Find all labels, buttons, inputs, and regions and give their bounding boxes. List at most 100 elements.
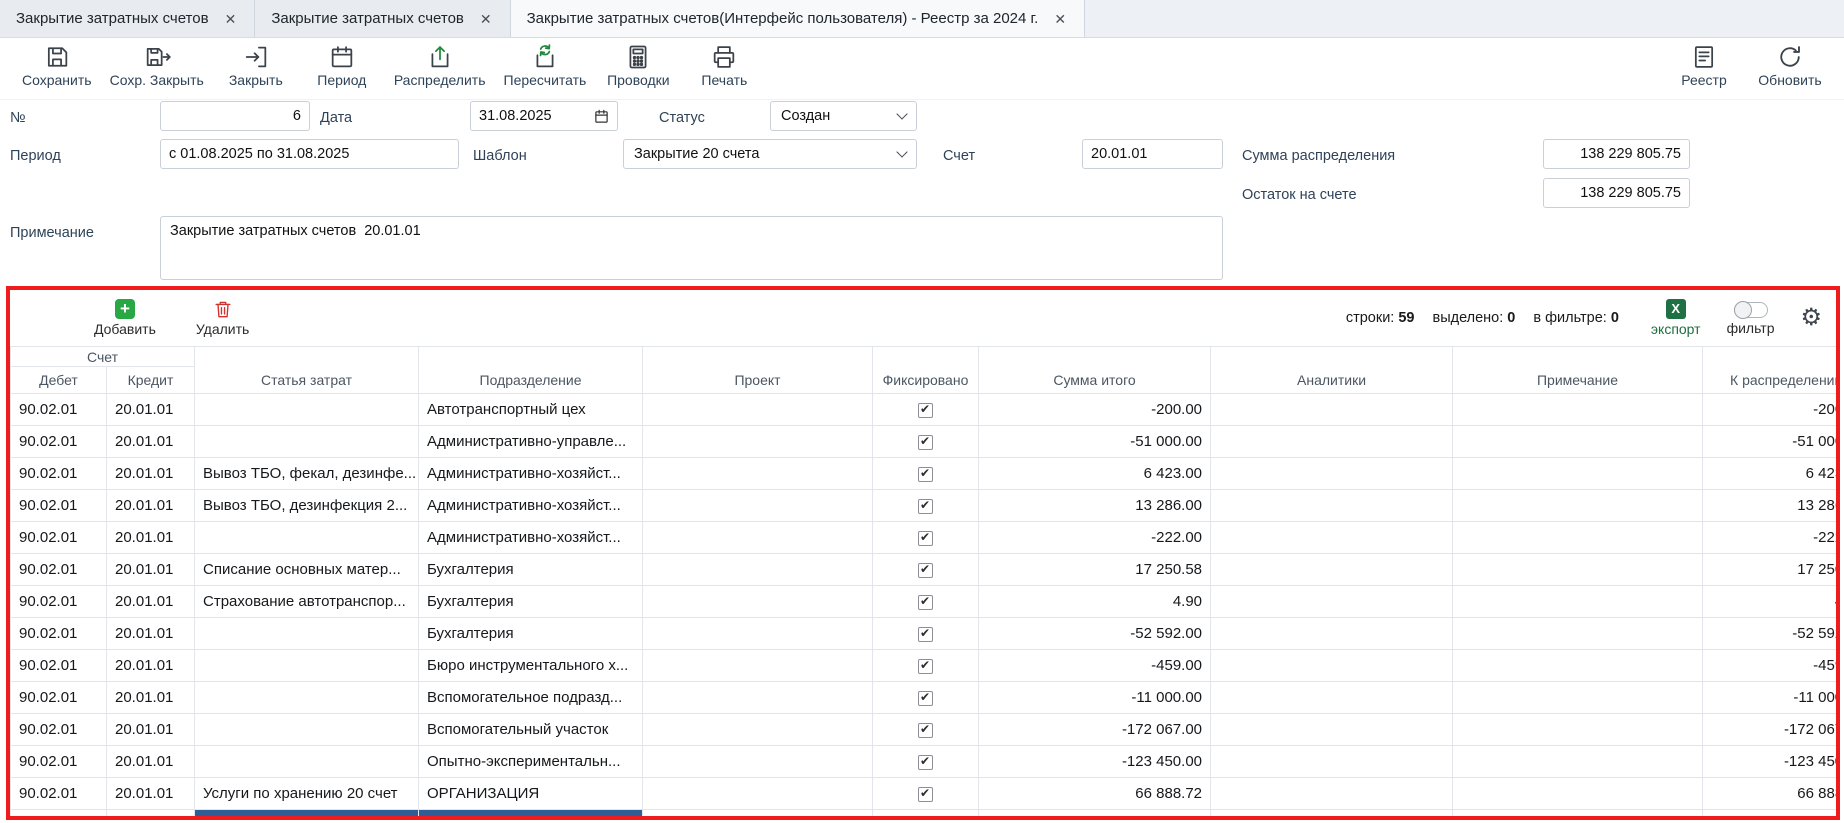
close-icon[interactable]: ✕ bbox=[478, 10, 494, 28]
table-row[interactable]: 90.02.01 20.01.01 Бюро инструментального… bbox=[11, 650, 1837, 682]
header-fixed[interactable]: Фиксировано bbox=[873, 347, 979, 394]
cell-fixed bbox=[873, 490, 979, 522]
print-label: Печать bbox=[701, 72, 747, 88]
table-row[interactable]: 90.02.01 20.01.01 Вывоз ТБО, дезинфекция… bbox=[11, 490, 1837, 522]
period-button[interactable]: Период bbox=[302, 43, 382, 88]
fixed-checkbox[interactable] bbox=[918, 499, 933, 514]
table-row[interactable]: 90.02.01 20.01.01 Вывоз ТБО, фекал, дези… bbox=[11, 458, 1837, 490]
header-credit[interactable]: Кредит bbox=[107, 367, 195, 394]
period-input[interactable] bbox=[160, 139, 459, 169]
fixed-checkbox[interactable] bbox=[918, 531, 933, 546]
cell-project bbox=[643, 650, 873, 682]
cell-department: ПОДРАЗДЕЛЕНИЯ bbox=[419, 810, 643, 817]
table-row[interactable]: 90.02.01 20.01.01 Услуги по хранению 20 … bbox=[11, 778, 1837, 810]
table-row[interactable]: 90.02.01 20.01.01 Вспомогательное подраз… bbox=[11, 682, 1837, 714]
cell-project bbox=[643, 618, 873, 650]
table-row[interactable]: 90.02.01 20.01.01 Страхование автотрансп… bbox=[11, 586, 1837, 618]
table-row[interactable]: 90.02.01 20.01.01 Списание основных мате… bbox=[11, 554, 1837, 586]
table-row[interactable]: 90.02.01 20.01.01 Административно-управл… bbox=[11, 426, 1837, 458]
cell-credit: 20.01.01 bbox=[107, 810, 195, 817]
fixed-checkbox[interactable] bbox=[918, 787, 933, 802]
note-textarea[interactable]: Закрытие затратных счетов 20.01.01 bbox=[160, 216, 1223, 280]
delete-label: Удалить bbox=[196, 321, 249, 337]
close-icon[interactable]: ✕ bbox=[1052, 10, 1068, 28]
table-row[interactable]: 90.02.01 20.01.01 Вспомогательный участо… bbox=[11, 714, 1837, 746]
fixed-checkbox[interactable] bbox=[918, 403, 933, 418]
calendar-icon bbox=[328, 43, 356, 71]
cell-fixed bbox=[873, 650, 979, 682]
recalculate-button[interactable]: Пересчитать bbox=[498, 43, 593, 88]
table-row[interactable]: 90.02.01 20.01.01 Бухгалтерия -52 592.00… bbox=[11, 618, 1837, 650]
header-account-group[interactable]: Счет bbox=[11, 347, 195, 367]
number-label: № bbox=[10, 110, 26, 126]
save-button[interactable]: Сохранить bbox=[16, 43, 98, 88]
cell-cost-item bbox=[195, 394, 419, 426]
table-row[interactable]: 90.02.01 20.01.01 Автотранспортный цех -… bbox=[11, 394, 1837, 426]
tab-closing-accounts-register[interactable]: Закрытие затратных счетов(Интерфейс поль… bbox=[511, 0, 1085, 37]
tab-closing-accounts-1[interactable]: Закрытие затратных счетов ✕ bbox=[0, 0, 255, 37]
cell-department: Административно-хозяйст... bbox=[419, 490, 643, 522]
chevron-down-icon bbox=[896, 108, 907, 119]
fixed-checkbox[interactable] bbox=[918, 723, 933, 738]
fixed-checkbox[interactable] bbox=[918, 595, 933, 610]
balance-label: Остаток на счете bbox=[1242, 187, 1357, 203]
close-icon[interactable]: ✕ bbox=[223, 10, 239, 28]
fixed-checkbox[interactable] bbox=[918, 467, 933, 482]
postings-button[interactable]: Проводки bbox=[598, 43, 678, 88]
delete-row-button[interactable]: Удалить bbox=[196, 299, 249, 337]
tab-closing-accounts-2[interactable]: Закрытие затратных счетов ✕ bbox=[255, 0, 510, 37]
fixed-checkbox[interactable] bbox=[918, 435, 933, 450]
export-label: экспорт bbox=[1651, 321, 1701, 337]
fixed-checkbox[interactable] bbox=[918, 659, 933, 674]
cell-fixed bbox=[873, 778, 979, 810]
header-note[interactable]: Примечание bbox=[1453, 347, 1703, 394]
calendar-icon[interactable] bbox=[594, 109, 609, 124]
export-excel-button[interactable]: X экспорт bbox=[1651, 299, 1701, 337]
toggle-switch-icon[interactable] bbox=[1734, 302, 1768, 318]
print-button[interactable]: Печать bbox=[684, 43, 764, 88]
close-button[interactable]: Закрыть bbox=[216, 43, 296, 88]
header-to-distribute[interactable]: К распределению bbox=[1703, 347, 1836, 394]
distribute-button[interactable]: Распределить bbox=[388, 43, 492, 88]
status-select[interactable]: Создан bbox=[770, 101, 917, 131]
add-row-button[interactable]: + Добавить bbox=[94, 299, 156, 337]
refresh-button[interactable]: Обновить bbox=[1750, 43, 1830, 88]
cell-cost-item: Услуги по хранению 20 счет bbox=[195, 778, 419, 810]
save-close-button[interactable]: Сохр. Закрыть bbox=[104, 43, 210, 88]
cell-fixed bbox=[873, 522, 979, 554]
header-department[interactable]: Подразделение bbox=[419, 347, 643, 394]
header-cost-item[interactable]: Статья затрат bbox=[195, 347, 419, 394]
cell-note bbox=[1453, 778, 1703, 810]
highlighted-grid-region: + Добавить Удалить строки:59 выделено:0 … bbox=[6, 286, 1840, 820]
cell-debit: 90.02.01 bbox=[11, 554, 107, 586]
chevron-down-icon bbox=[896, 146, 907, 157]
distribution-sum-input[interactable] bbox=[1543, 139, 1690, 169]
balance-input[interactable] bbox=[1543, 178, 1690, 208]
cell-debit: 90.02.01 bbox=[11, 618, 107, 650]
cell-analytics bbox=[1211, 490, 1453, 522]
table-row[interactable]: 90.02.01 20.01.01 Административно-хозяйс… bbox=[11, 522, 1837, 554]
register-button[interactable]: Реестр bbox=[1664, 43, 1744, 88]
header-debit[interactable]: Дебет bbox=[11, 367, 107, 394]
save-close-label: Сохр. Закрыть bbox=[110, 72, 204, 88]
fixed-checkbox[interactable] bbox=[918, 563, 933, 578]
header-analytics[interactable]: Аналитики bbox=[1211, 347, 1453, 394]
header-project[interactable]: Проект bbox=[643, 347, 873, 394]
table-row[interactable]: 90.02.01 20.01.01 ПОДРАЗДЕЛЕНИЯ 16 211.0… bbox=[11, 810, 1837, 817]
date-label: Дата bbox=[320, 110, 352, 126]
fixed-checkbox[interactable] bbox=[918, 755, 933, 770]
number-input[interactable] bbox=[160, 101, 310, 131]
fixed-checkbox[interactable] bbox=[918, 691, 933, 706]
header-total[interactable]: Сумма итого bbox=[979, 347, 1211, 394]
register-icon bbox=[1690, 43, 1718, 71]
template-select[interactable]: Закрытие 20 счета bbox=[623, 139, 917, 169]
settings-gear-icon[interactable]: ⚙ bbox=[1800, 306, 1822, 330]
account-input[interactable] bbox=[1082, 139, 1223, 169]
filter-toggle[interactable]: фильтр bbox=[1727, 300, 1775, 336]
cell-project bbox=[643, 810, 873, 817]
cell-department: Административно-управле... bbox=[419, 426, 643, 458]
selected-count: выделено:0 bbox=[1432, 310, 1515, 326]
date-input[interactable]: 31.08.2025 bbox=[470, 101, 618, 131]
fixed-checkbox[interactable] bbox=[918, 627, 933, 642]
table-row[interactable]: 90.02.01 20.01.01 Опытно-экспериментальн… bbox=[11, 746, 1837, 778]
